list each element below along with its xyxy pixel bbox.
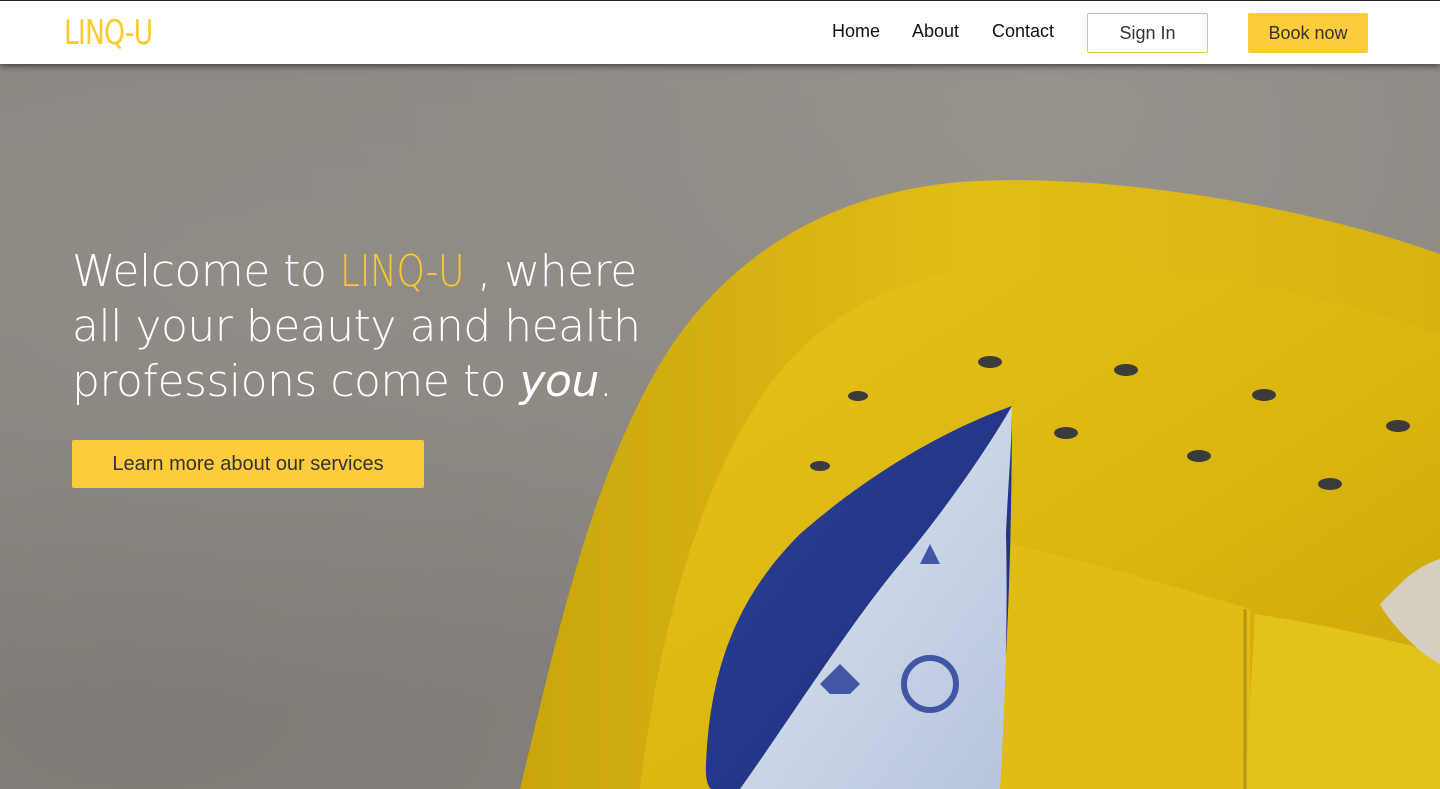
headline-prefix: Welcome to <box>72 246 340 297</box>
headline-suffix: . <box>598 356 613 407</box>
learn-more-button[interactable]: Learn more about our services <box>72 440 424 488</box>
top-navbar: LINQ-U Home About Contact Sign In Book n… <box>0 0 1440 64</box>
book-now-button[interactable]: Book now <box>1248 13 1368 53</box>
sofa-illustration <box>520 180 1440 789</box>
hero-section: Welcome to LINQ-U, where all your beauty… <box>0 64 1440 789</box>
nav-link-home[interactable]: Home <box>832 19 880 43</box>
brand-logo[interactable]: LINQ-U <box>64 9 153 57</box>
nav-link-contact[interactable]: Contact <box>992 19 1054 43</box>
headline-emphasis: you <box>519 356 600 407</box>
headline-brand: LINQ-U <box>339 246 465 297</box>
nav-link-about[interactable]: About <box>912 19 959 43</box>
sign-in-button[interactable]: Sign In <box>1087 13 1208 53</box>
hero-headline: Welcome to LINQ-U, where all your beauty… <box>72 244 692 409</box>
